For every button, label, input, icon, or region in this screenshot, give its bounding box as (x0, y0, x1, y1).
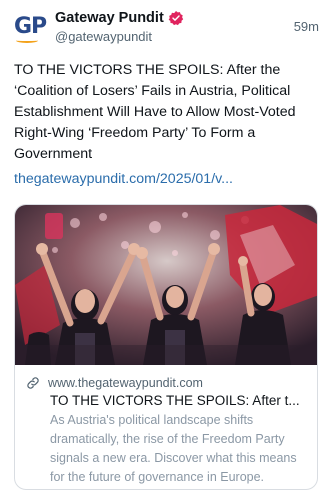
verified-badge-icon (168, 11, 183, 26)
post-text: TO THE VICTORS THE SPOILS: After the ‘Co… (14, 62, 296, 162)
avatar[interactable]: GP (14, 12, 47, 44)
card-title[interactable]: TO THE VICTORS THE SPOILS: After t... (50, 393, 312, 408)
avatar-swoosh (16, 38, 38, 43)
rally-photo (15, 205, 317, 365)
timestamp[interactable]: 59m (294, 19, 319, 34)
name-row: Gateway Pundit (55, 10, 184, 26)
link-preview-card[interactable]: www.thegatewaypundit.com TO THE VICTORS … (14, 204, 318, 490)
card-image[interactable] (15, 205, 317, 365)
handle[interactable]: @gatewaypundit (55, 29, 152, 44)
card-domain: www.thegatewaypundit.com (48, 376, 203, 390)
post-link[interactable]: thegatewaypundit.com/2025/01/v... (14, 171, 233, 187)
display-name[interactable]: Gateway Pundit (55, 10, 164, 26)
card-description: As Austria's political landscape shifts … (50, 413, 297, 484)
link-icon (27, 377, 39, 389)
card-domain-row: www.thegatewaypundit.com (26, 376, 203, 390)
post-header: GP Gateway Pundit @gatewaypundit 59m (14, 8, 319, 48)
avatar-logo-text: GP (14, 14, 47, 39)
